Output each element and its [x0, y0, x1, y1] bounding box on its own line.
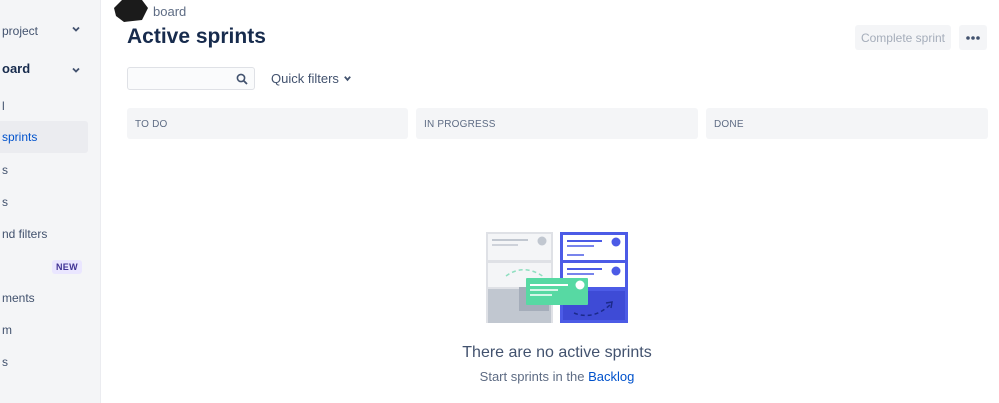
quick-filters-label: Quick filters [271, 71, 339, 86]
chevron-down-icon [72, 26, 80, 32]
sidebar-item-label: sprints [2, 130, 38, 144]
complete-sprint-button[interactable]: Complete sprint [855, 25, 951, 50]
sidebar-board-label: oard [2, 60, 31, 76]
sidebar-item-m[interactable]: m [0, 314, 101, 346]
column-header-done: DONE [706, 108, 988, 139]
sidebar-item-components[interactable]: ments [0, 282, 101, 314]
sidebar-item-label: m [2, 323, 12, 337]
sidebar-item-active-sprints[interactable]: sprints [0, 121, 88, 153]
more-actions-button[interactable] [959, 25, 987, 50]
sidebar-item-backlog[interactable]: l [0, 90, 101, 122]
sidebar-project-selector[interactable]: project [0, 15, 101, 47]
sidebar-item-label: nd filters [2, 227, 48, 241]
sidebar-item-reports[interactable]: s [0, 154, 101, 186]
sidebar: project oard l sprints s s nd filters NE… [0, 0, 101, 403]
column-header-todo: TO DO [127, 108, 408, 139]
quick-filters-dropdown[interactable]: Quick filters [271, 71, 352, 86]
breadcrumb[interactable]: board [153, 4, 186, 19]
sidebar-item-issues[interactable]: s [0, 186, 101, 218]
sidebar-item-issues-and-filters[interactable]: nd filters [0, 218, 101, 250]
sidebar-item-label: s [2, 195, 8, 209]
sidebar-item-label: l [2, 99, 5, 113]
empty-state-subtitle-text: Start sprints in the [479, 369, 589, 384]
more-icon [966, 35, 980, 40]
chevron-down-icon [72, 67, 80, 73]
sidebar-project-label: project [2, 24, 39, 38]
backlog-link[interactable]: Backlog [588, 369, 634, 384]
sidebar-item-new-feature[interactable]: NEW [0, 251, 101, 283]
search-icon [236, 73, 248, 85]
sidebar-board-selector[interactable]: oard [0, 52, 101, 84]
search-box [127, 67, 255, 90]
project-avatar [114, 0, 148, 22]
empty-state-subtitle: Start sprints in the Backlog [0, 369, 999, 384]
chevron-down-icon [344, 76, 351, 82]
column-header-in-progress: IN PROGRESS [416, 108, 698, 139]
empty-state-title: There are no active sprints [462, 344, 652, 361]
new-badge: NEW [52, 260, 82, 274]
page-title: Active sprints [127, 25, 266, 48]
empty-board-illustration [486, 232, 628, 323]
sidebar-item-label: ments [2, 291, 35, 305]
sidebar-item-label: s [2, 163, 8, 177]
